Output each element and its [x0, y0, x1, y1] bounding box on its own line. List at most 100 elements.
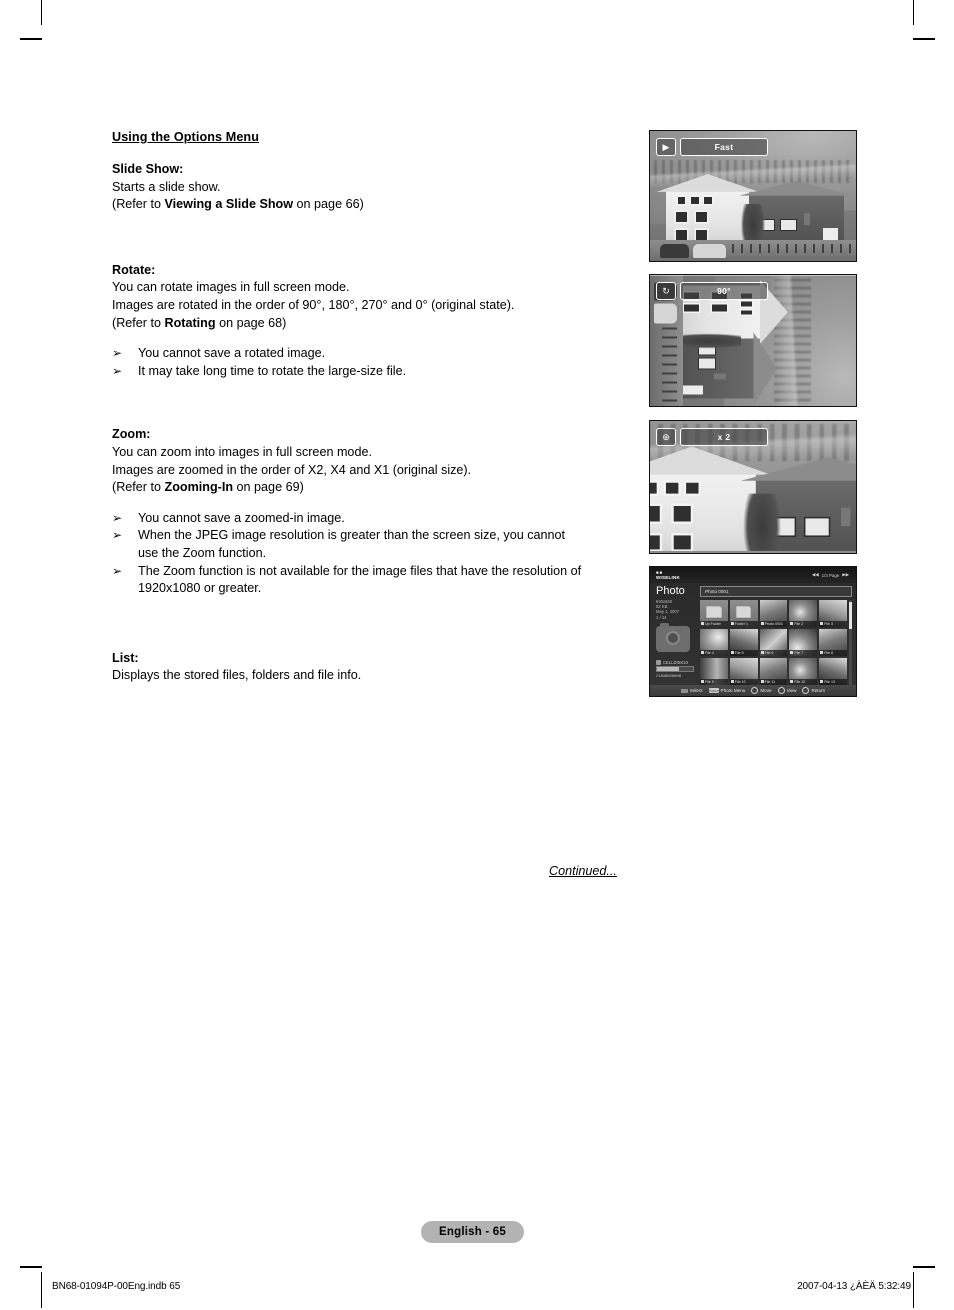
key-hint-bar: Select TOOLS Photo Menu Move View Return: [650, 685, 856, 696]
key-hint-return[interactable]: Return: [802, 687, 825, 694]
rotate-icon: ↻: [656, 282, 676, 300]
osd-zoom: ⊕ x 2: [656, 428, 768, 446]
spacer-before-rotate-notes: [112, 332, 637, 345]
list-item[interactable]: File 3: [819, 600, 847, 627]
crop-mark-bottom-left-vertical: [41, 1272, 42, 1308]
slide-show-line-1: Starts a slide show.: [112, 179, 221, 194]
list-item[interactable]: Folder 1: [729, 600, 758, 627]
car-dark: [660, 244, 690, 259]
page-indicator: 1/3 Page: [821, 572, 840, 578]
block-label-slide-show: Slide Show:: [112, 162, 184, 176]
scrollbar[interactable]: [849, 600, 852, 685]
list-item: ➢ The Zoom function is not available for…: [112, 563, 637, 598]
rotate-line-2: Images are rotated in the order of 90°, …: [112, 297, 515, 312]
key-hint-label: Move: [760, 688, 772, 693]
zoom-line-1: You can zoom into images in full screen …: [112, 444, 372, 459]
list-item-selected[interactable]: Photo 0001: [759, 600, 788, 627]
figure-rotate: ↻ 90°: [649, 274, 857, 407]
item-label: File 10: [729, 679, 758, 685]
key-hint-view[interactable]: View: [777, 687, 796, 694]
zoom-line-2: Images are zoomed in the order of X2, X4…: [112, 462, 472, 477]
wiselink-logo-text: WISELINK: [656, 575, 681, 580]
item-label: File 12: [789, 679, 818, 685]
spacer-after-slide-show: [112, 214, 637, 262]
rotate-ref-pre: (Refer to: [112, 315, 165, 330]
car-light: [693, 244, 727, 259]
zoom-ref-pre: (Refer to: [112, 480, 165, 495]
key-hint-photo-menu[interactable]: TOOLS Photo Menu: [708, 688, 746, 693]
osd-rotate: ↻ 90°: [656, 282, 768, 300]
list-item[interactable]: File 8: [819, 629, 847, 656]
chimney: [714, 372, 727, 379]
block-zoom: Zoom: You can zoom into images in full s…: [112, 426, 637, 496]
page-navigation[interactable]: ◀◀ 1/3 Page ▶▶: [812, 572, 849, 578]
item-label: File 2: [789, 621, 818, 627]
list-item[interactable]: File 10: [729, 658, 758, 685]
breadcrumb: Photo 0001: [700, 586, 852, 597]
block-rotate: Rotate: You can rotate images in full sc…: [112, 262, 637, 332]
list-item[interactable]: File 2: [789, 600, 818, 627]
block-slide-show: Slide Show: Starts a slide show. (Refer …: [112, 161, 637, 214]
key-hint-move[interactable]: Move: [751, 687, 772, 694]
crop-mark-bottom-right-horizontal: [913, 1266, 935, 1268]
figure-zoom: ⊕ x 2: [649, 420, 857, 554]
key-hint-label: Photo Menu: [720, 688, 746, 693]
wiselink-header: ■■ WISELINK ◀◀ 1/3 Page ▶▶: [650, 567, 856, 583]
list-item[interactable]: File 6: [759, 629, 788, 656]
bullet-arrow-icon: ➢: [112, 510, 123, 525]
fence: [732, 244, 852, 254]
list-item[interactable]: File 13: [819, 658, 847, 685]
item-label: File 13: [819, 679, 847, 685]
zoom-note-1: You cannot save a zoomed-in image.: [138, 510, 345, 525]
wiselink-body: Photo 640x640 52 KB May 1, 2007 1 / 14 C…: [650, 583, 856, 685]
list-item[interactable]: File 9: [700, 658, 728, 685]
rotate-line-3: (Refer to Rotating on page 68): [112, 315, 637, 333]
info-panel-title: Photo: [656, 585, 685, 597]
capacity-bar: [656, 666, 694, 672]
page-prev-icon[interactable]: ◀◀: [812, 572, 819, 578]
page-title: Using the Options Menu: [112, 130, 260, 144]
file-browser: Photo 0001 Up Folder Folder 1 Photo 0001…: [698, 583, 856, 685]
block-label-rotate: Rotate:: [112, 262, 156, 277]
list-item[interactable]: File 11: [759, 658, 788, 685]
osd-slide-show: ▶ Fast: [656, 138, 768, 156]
page-next-icon[interactable]: ▶▶: [842, 572, 849, 578]
item-label: Folder 1: [729, 621, 758, 627]
zoom-ref-bold: Zooming-In: [164, 480, 234, 495]
osd-label-slide-show: Fast: [680, 138, 768, 156]
slide-show-line-2: (Refer to Viewing a Slide Show on page 6…: [112, 196, 637, 214]
list-item[interactable]: File 5: [729, 629, 758, 656]
item-label: File 3: [819, 621, 847, 627]
key-hint-label: Select: [689, 688, 703, 693]
tools-button-icon: TOOLS: [708, 688, 719, 693]
item-label: File 6: [759, 650, 788, 656]
spacer-after-rotate-notes: [112, 380, 637, 426]
item-label: File 7: [789, 650, 818, 656]
camera-icon: [656, 622, 690, 652]
capacity-text: 213MB/256MB: [656, 674, 682, 678]
fence: [662, 327, 677, 404]
spacer-after-zoom-notes: [112, 598, 637, 650]
figure-photo-list: ■■ WISELINK ◀◀ 1/3 Page ▶▶ Photo 640x640…: [649, 566, 857, 697]
key-hint-label: Return: [811, 688, 826, 693]
item-label: File 9: [700, 679, 728, 685]
color-button-icon: [680, 688, 688, 693]
list-item[interactable]: File 12: [789, 658, 818, 685]
list-item[interactable]: Up Folder: [700, 600, 728, 627]
spacer-before-zoom-notes: [112, 497, 637, 510]
slideshow-icon: ▶: [656, 138, 676, 156]
device-icon: [656, 660, 661, 665]
device-label: CELLDISK10: [656, 660, 688, 665]
crop-mark-bottom-right-vertical: [913, 1272, 914, 1308]
key-hint-select[interactable]: Select: [680, 688, 703, 693]
zoom-note-2: When the JPEG image resolution is greate…: [138, 528, 566, 543]
list-item[interactable]: File 4: [700, 629, 728, 656]
zoom-note-3-cont: 1920x1080 or greater.: [138, 581, 262, 596]
rotate-ref-bold: Rotating: [164, 315, 216, 330]
list-item[interactable]: File 7: [789, 629, 818, 656]
bullet-arrow-icon: ➢: [112, 346, 123, 361]
bullet-arrow-icon: ➢: [112, 563, 123, 578]
zoom-note-3: The Zoom function is not available for t…: [138, 563, 582, 578]
thumbnail-area: Up Folder Folder 1 Photo 0001 File 2 Fil…: [700, 600, 852, 685]
white-chalet: [650, 470, 756, 553]
